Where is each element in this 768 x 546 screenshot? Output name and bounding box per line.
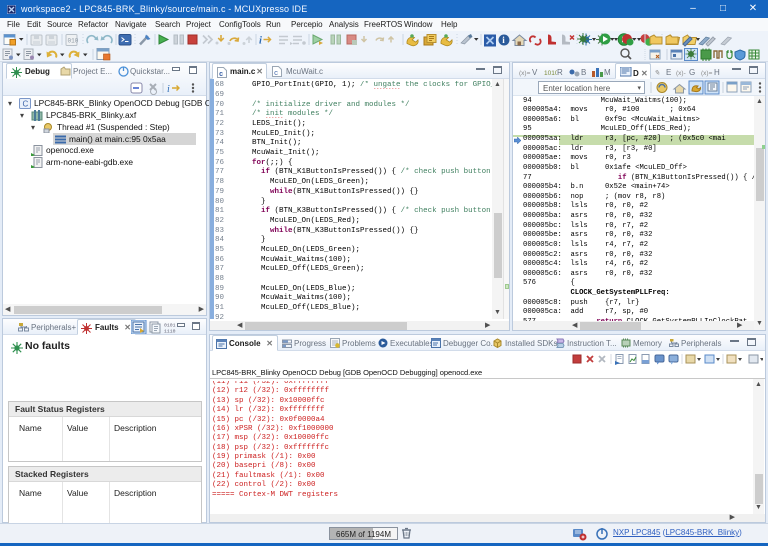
svg-text:(x)=: (x)= bbox=[701, 70, 713, 77]
svg-text:✎: ✎ bbox=[654, 70, 660, 77]
svg-text:c: c bbox=[274, 70, 278, 77]
svg-text:(x)-: (x)- bbox=[676, 70, 686, 77]
svg-text:010: 010 bbox=[68, 38, 79, 45]
svg-text:C: C bbox=[23, 100, 29, 109]
svg-text:(x)=: (x)= bbox=[519, 70, 531, 77]
svg-text:0101: 0101 bbox=[164, 323, 176, 329]
svg-text:1010: 1010 bbox=[544, 70, 557, 77]
svg-text:i: i bbox=[167, 84, 170, 95]
svg-text:1110: 1110 bbox=[164, 329, 176, 335]
svg-text:c: c bbox=[219, 71, 223, 78]
svg-text:i: i bbox=[259, 36, 262, 47]
